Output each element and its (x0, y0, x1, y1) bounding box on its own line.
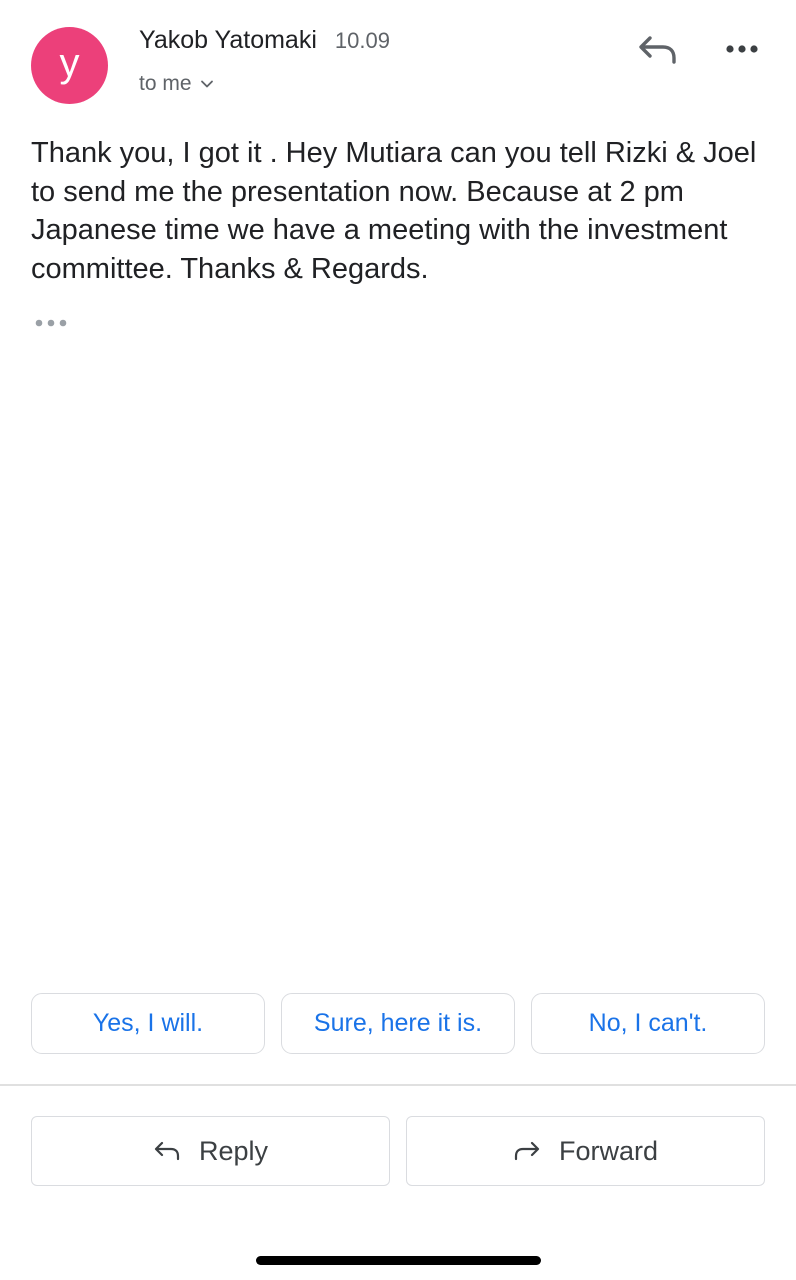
smart-reply-button[interactable]: No, I can't. (531, 993, 765, 1054)
recipient-details-toggle[interactable]: to me (139, 72, 214, 96)
forward-icon (514, 1141, 540, 1161)
reply-icon (639, 36, 676, 64)
forward-button-label: Forward (558, 1135, 659, 1166)
message-body: Thank you, I got it . Hey Mutiara can yo… (31, 137, 757, 285)
smart-reply-button[interactable]: Sure, here it is. (281, 993, 515, 1054)
recipient-label: to me (139, 72, 192, 95)
more-options-icon (726, 45, 758, 53)
reply-icon (154, 1141, 180, 1161)
sender-row: Yakob Yatomaki 10.09 (139, 26, 390, 55)
home-indicator[interactable] (256, 1256, 541, 1265)
sent-time: 10.09 (334, 28, 390, 53)
show-trimmed-content-button[interactable] (31, 312, 71, 334)
more-horizontal-icon (35, 319, 67, 327)
forward-button[interactable]: Forward (406, 1116, 765, 1186)
smart-reply-button[interactable]: Yes, I will. (31, 993, 265, 1054)
sender-name[interactable]: Yakob Yatomaki (139, 26, 317, 55)
chevron-down-icon (200, 80, 213, 88)
header-reply-button[interactable] (636, 30, 680, 70)
sender-avatar-initial: y (59, 40, 80, 85)
more-options-button[interactable] (720, 34, 764, 64)
sender-avatar[interactable]: y (31, 27, 108, 104)
divider (0, 1084, 796, 1086)
reply-button[interactable]: Reply (31, 1116, 390, 1186)
reply-button-label: Reply (198, 1135, 269, 1166)
